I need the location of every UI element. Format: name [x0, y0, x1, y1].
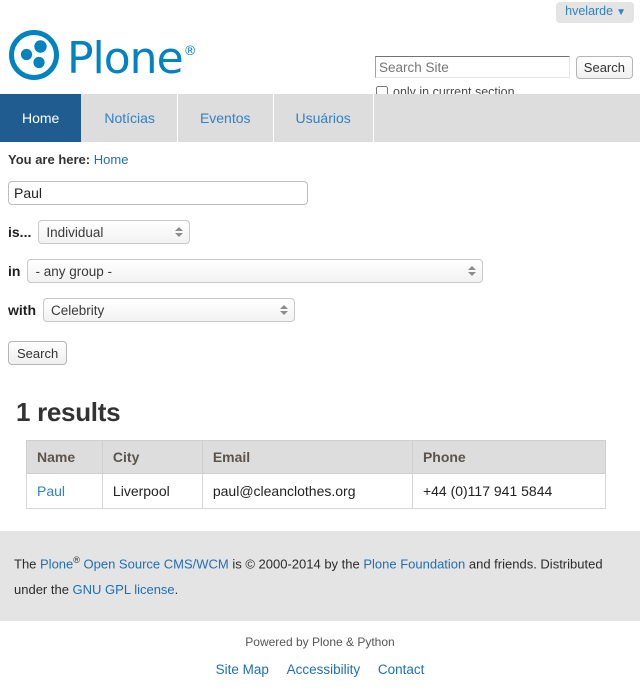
nav-tab-label: Usuários: [295, 110, 351, 126]
site-logo-link[interactable]: Plone®: [8, 29, 197, 84]
site-footer: The Plone® Open Source CMS/WCM is © 2000…: [0, 531, 640, 622]
results-table: Name City Email Phone Paul Liverpool pau…: [26, 440, 607, 509]
site-search: Search only in current section: [375, 56, 633, 99]
user-menu-button[interactable]: hvelarde ▼: [556, 2, 634, 23]
breadcrumb-label: You are here:: [8, 152, 91, 167]
breadcrumb-item-home[interactable]: Home: [94, 152, 129, 167]
site-action-accessibility[interactable]: Accessibility: [287, 662, 361, 677]
search-input[interactable]: [375, 56, 570, 78]
colophon: Powered by Plone & Python: [245, 635, 395, 650]
footer-link-plone[interactable]: Plone: [40, 556, 73, 571]
name-field-row: [8, 181, 632, 205]
table-header-row: Name City Email Phone: [26, 440, 607, 474]
search-name-input[interactable]: [8, 181, 308, 205]
is-field-row: is... Individual: [8, 220, 632, 244]
user-menu-label: hvelarde: [565, 4, 614, 18]
is-select-value: Individual: [46, 224, 104, 240]
is-field-label: is...: [8, 224, 32, 240]
site-actions: Site Map Accessibility Contact: [0, 662, 640, 677]
global-navigation: Home Notícias Eventos Usuários: [0, 94, 640, 142]
footer-text-1: The: [14, 556, 41, 572]
in-field-row: in - any group -: [8, 259, 632, 283]
footer-link-gnu-gpl[interactable]: GNU GPL license: [73, 582, 175, 597]
user-bar: hvelarde ▼: [0, 0, 640, 23]
select-arrows-icon: [175, 227, 184, 237]
footer-text-2: is © 2000-2014 by the: [228, 556, 364, 572]
table-row: Paul Liverpool paul@cleanclothes.org +44…: [26, 473, 607, 509]
nav-tab-home[interactable]: Home: [0, 94, 83, 142]
cell-name: Paul: [26, 473, 103, 509]
plone-logo-icon: [8, 29, 60, 81]
cell-phone: +44 (0)117 941 5844: [411, 473, 607, 509]
with-field-row: with Celebrity: [8, 298, 632, 322]
column-header-name[interactable]: Name: [26, 440, 103, 474]
site-action-site-map[interactable]: Site Map: [216, 662, 269, 677]
chevron-down-icon: ▼: [616, 7, 626, 18]
select-arrows-icon: [280, 305, 288, 315]
nav-tab-noticias[interactable]: Notícias: [82, 94, 178, 142]
column-header-email[interactable]: Email: [201, 440, 413, 474]
results-heading: 1 results: [16, 397, 121, 427]
nav-tab-label: Home: [22, 110, 60, 126]
nav-tab-eventos[interactable]: Eventos: [178, 94, 274, 142]
registered-mark: ®: [73, 555, 80, 565]
with-field-label: with: [8, 302, 36, 318]
breadcrumb: You are here: Home: [0, 142, 640, 167]
is-select[interactable]: Individual: [38, 220, 191, 244]
group-select-value: - any group -: [35, 263, 112, 279]
member-link-paul[interactable]: Paul: [37, 483, 65, 499]
group-select[interactable]: - any group -: [27, 259, 484, 283]
main-content: is... Individual in - any group - with C…: [0, 181, 640, 509]
member-search-form: is... Individual in - any group - with C…: [8, 181, 632, 365]
cell-email: paul@cleanclothes.org: [201, 473, 413, 509]
in-field-label: in: [8, 263, 21, 279]
cell-city: Liverpool: [101, 473, 203, 509]
footer-text-4: .: [174, 582, 179, 598]
search-button[interactable]: Search: [575, 56, 633, 79]
nav-empty-space: [374, 94, 640, 142]
column-header-phone[interactable]: Phone: [411, 440, 607, 474]
with-select[interactable]: Celebrity: [43, 298, 295, 322]
column-header-city[interactable]: City: [101, 440, 203, 474]
nav-tab-label: Notícias: [104, 110, 155, 126]
select-arrows-icon: [468, 266, 477, 276]
site-header: Plone® Search only in current section: [0, 22, 640, 99]
site-action-contact[interactable]: Contact: [378, 662, 425, 677]
registered-mark: ®: [183, 43, 197, 59]
site-logo-text: Plone®: [67, 32, 197, 84]
footer-link-plone-foundation[interactable]: Plone Foundation: [363, 556, 465, 571]
form-search-button[interactable]: Search: [8, 341, 68, 365]
footer-link-open-source-cms[interactable]: Open Source CMS/WCM: [80, 556, 229, 571]
nav-tab-usuarios[interactable]: Usuários: [274, 94, 374, 142]
nav-tab-label: Eventos: [199, 110, 251, 126]
with-select-value: Celebrity: [51, 302, 105, 318]
